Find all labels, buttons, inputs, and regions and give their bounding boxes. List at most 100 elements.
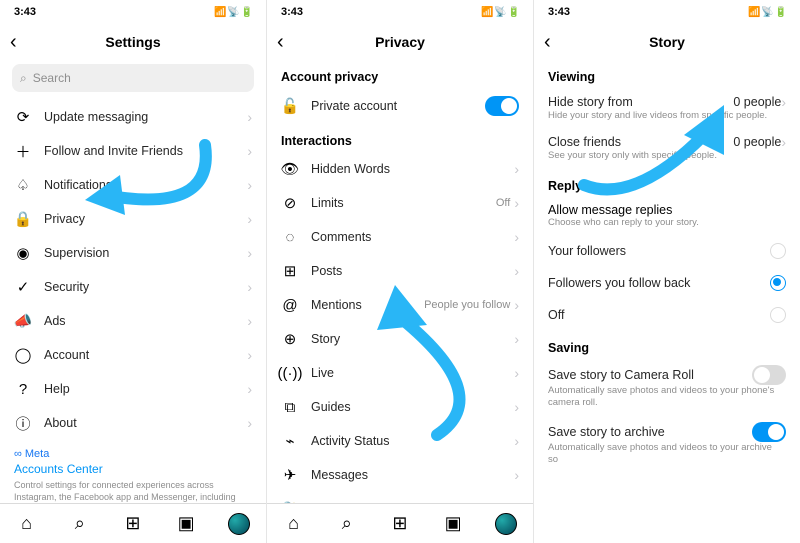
settings-row-supervision[interactable]: ◉Supervision› [0,236,266,270]
comments-icon: ◌ [281,228,299,246]
settings-screen: 3:43 📶 📡 🔋 ‹ Settings ⌕ Search ⟳Update m… [0,0,267,543]
privacy-row-hidden-words[interactable]: 👁Hidden Words› [267,152,533,186]
account-icon: ◯ [14,346,32,364]
row-label: Guides [311,400,514,414]
megaphone-icon: 📣 [14,312,32,330]
settings-row-privacy[interactable]: 🔒Privacy› [0,202,266,236]
search-icon: ⌕ [20,71,27,86]
help-icon: ? [14,380,32,398]
reels-icon[interactable]: ▣ [175,513,197,535]
hide-story-sub: Hide your story and live videos from spe… [548,110,786,122]
posts-icon: ⊞ [281,262,299,280]
row-label: Follow and Invite Friends [44,144,247,158]
settings-row-ads[interactable]: 📣Ads› [0,304,266,338]
radio-button[interactable] [770,307,786,323]
privacy-row-posts[interactable]: ⊞Posts› [267,254,533,288]
close-friends-row[interactable]: Close friends 0 people › See your story … [534,128,800,168]
nav-bar: ‹ Settings [0,24,266,60]
option-label: Your followers [548,244,770,258]
bell-icon: ♤ [14,176,32,194]
settings-row-account[interactable]: ◯ Account› [0,338,266,372]
chevron-icon: › [514,161,519,177]
privacy-row-guides[interactable]: ⧉Guides› [267,390,533,424]
live-icon: ((·)) [281,364,299,382]
chevron-icon: › [247,279,252,295]
radio-button[interactable] [770,243,786,259]
search-tab-icon[interactable]: ⌕ [336,513,358,535]
save-camera-toggle[interactable] [752,365,786,385]
reels-icon[interactable]: ▣ [442,513,464,535]
accounts-center-link[interactable]: Accounts Center [14,462,252,476]
settings-row-security[interactable]: ✓Security› [0,270,266,304]
status-indicators: 📶 📡 🔋 [481,7,519,18]
home-icon[interactable]: ⌂ [283,513,305,535]
settings-row-follow-and-invite-friends[interactable]: ＋Follow and Invite Friends› [0,134,266,168]
private-account-row[interactable]: 🔓 Private account [267,88,533,124]
chevron-icon: › [247,415,252,431]
privacy-row-limits[interactable]: ⊘LimitsOff› [267,186,533,220]
close-friends-value: 0 people [733,135,781,149]
hide-story-label: Hide story from [548,95,633,109]
settings-row-help[interactable]: ?Help› [0,372,266,406]
chevron-icon: › [514,331,519,347]
reply-option-your-followers[interactable]: Your followers [534,235,800,267]
radio-button[interactable] [770,275,786,291]
search-tab-icon[interactable]: ⌕ [69,513,91,535]
lock-icon: 🔒 [14,210,32,228]
row-label: Messages [311,468,514,482]
chevron-icon: › [247,245,252,261]
back-button[interactable]: ‹ [10,31,17,54]
search-placeholder: Search [33,71,71,85]
back-button[interactable]: ‹ [544,31,551,54]
row-label: Limits [311,196,496,210]
reply-option-followers-you-follow-back[interactable]: Followers you follow back [534,267,800,299]
story-icon: ⊕ [281,330,299,348]
privacy-row-end-to-end-encryption[interactable]: 🔐End-to-end Encryption› [267,492,533,503]
update-icon: ⟳ [14,108,32,126]
create-icon[interactable]: ⊞ [389,513,411,535]
hide-story-row[interactable]: Hide story from 0 people › Hide your sto… [534,88,800,128]
settings-row-about[interactable]: ⓘAbout› [0,406,266,440]
privacy-row-messages[interactable]: ✈Messages› [267,458,533,492]
settings-row-notifications[interactable]: ♤Notifications› [0,168,266,202]
info-icon: ⓘ [14,414,32,432]
reply-option-off[interactable]: Off [534,299,800,331]
save-archive-row[interactable]: Save story to archive Automatically save… [534,416,800,473]
chevron-icon: › [247,109,252,125]
privacy-row-comments[interactable]: ◌Comments› [267,220,533,254]
nav-bar: ‹ Story [534,24,800,60]
row-label: Account [44,348,247,362]
hidden-words-icon: 👁 [281,160,299,178]
avatar[interactable] [495,513,517,535]
save-camera-row[interactable]: Save story to Camera Roll Automatically … [534,359,800,416]
privacy-row-activity-status[interactable]: ⌁Activity Status› [267,424,533,458]
chevron-icon: › [247,347,252,363]
privacy-row-story[interactable]: ⊕ Story› [267,322,533,356]
private-account-toggle[interactable] [485,96,519,116]
avatar[interactable] [228,513,250,535]
page-title: Story [534,34,800,50]
status-bar: 3:43 📶 📡 🔋 [534,0,800,24]
chevron-icon: › [514,433,519,449]
row-label: Notifications [44,178,247,192]
home-icon[interactable]: ⌂ [16,513,38,535]
option-label: Off [548,308,770,322]
interactions-header: Interactions [267,124,533,152]
save-archive-sub: Automatically save photos and videos to … [548,442,786,467]
allow-replies-sub: Choose who can reply to your story. [548,217,786,229]
settings-row-update-messaging[interactable]: ⟳Update messaging› [0,100,266,134]
chevron-icon: › [781,134,786,150]
guides-icon: ⧉ [281,398,299,416]
limits-icon: ⊘ [281,194,299,212]
back-button[interactable]: ‹ [277,31,284,54]
privacy-row-mentions[interactable]: @MentionsPeople you follow› [267,288,533,322]
page-title: Settings [0,34,266,50]
save-archive-label: Save story to archive [548,425,665,439]
privacy-row-live[interactable]: ((·))Live› [267,356,533,390]
viewing-header: Viewing [534,60,800,88]
row-label: Mentions [311,298,424,312]
create-icon[interactable]: ⊞ [122,513,144,535]
search-input[interactable]: ⌕ Search [12,64,254,92]
save-archive-toggle[interactable] [752,422,786,442]
row-label: Story [311,332,514,346]
